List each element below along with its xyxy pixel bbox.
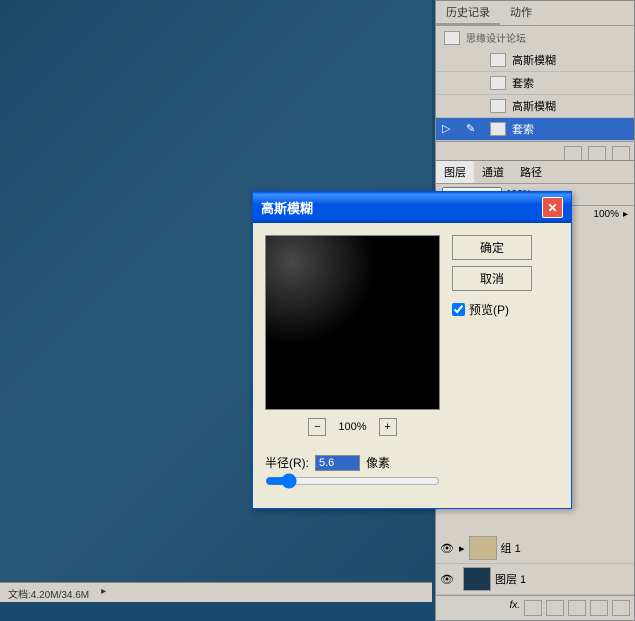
history-title: 思缘设计论坛 (466, 30, 526, 45)
layer-label: 组 1 (501, 540, 521, 556)
preview-checkbox[interactable] (452, 303, 465, 316)
history-item[interactable]: 高斯模糊 (436, 49, 634, 72)
opacity-value: 100% (593, 209, 619, 220)
ok-button[interactable]: 确定 (452, 235, 532, 260)
adjustment-btn[interactable] (546, 600, 564, 616)
tab-channels[interactable]: 通道 (474, 161, 512, 183)
history-item[interactable]: 套索 (436, 72, 634, 95)
mask-btn[interactable] (524, 600, 542, 616)
group-icon (469, 536, 497, 560)
dialog-titlebar[interactable]: 高斯模糊 ✕ (253, 192, 571, 223)
tab-history[interactable]: 历史记录 (436, 1, 500, 25)
zoom-out-btn[interactable]: − (308, 418, 326, 436)
history-label: 套索 (512, 75, 534, 91)
tab-paths[interactable]: 路径 (512, 161, 550, 183)
blur-icon (490, 99, 506, 113)
preview-label: 预览(P) (469, 301, 509, 318)
tab-layers[interactable]: 图层 (436, 161, 474, 183)
doc-icon (444, 31, 460, 45)
layer-row[interactable]: 👁 图层 1 (436, 564, 634, 595)
status-bar: 文档:4.20M/34.6M ▸ (0, 582, 432, 602)
history-panel: 历史记录 动作 思缘设计论坛 高斯模糊 套索 高斯模糊 ▷✎ 套索 (435, 0, 635, 167)
cancel-button[interactable]: 取消 (452, 266, 532, 291)
radius-label: 半径(R): (265, 454, 309, 471)
preview-checkbox-label[interactable]: 预览(P) (452, 301, 532, 318)
history-label: 高斯模糊 (512, 98, 556, 114)
eye-icon[interactable]: 👁 (439, 541, 455, 555)
eye-icon[interactable]: 👁 (439, 572, 455, 586)
layer-row[interactable]: 👁 ▸ 组 1 (436, 533, 634, 564)
radius-unit: 像素 (366, 454, 390, 471)
status-doc: 文档:4.20M/34.6M (8, 586, 89, 599)
close-icon[interactable]: ✕ (542, 197, 563, 218)
history-item[interactable]: ▷✎ 套索 (436, 118, 634, 141)
zoom-in-btn[interactable]: + (379, 418, 397, 436)
history-label: 高斯模糊 (512, 52, 556, 68)
gaussian-blur-dialog: 高斯模糊 ✕ − 100% + 确定 取消 预览(P) 半径(R): 像素 (252, 191, 572, 509)
lasso-icon (490, 122, 506, 136)
fx-label[interactable]: fx. (509, 600, 520, 616)
new-layer-btn[interactable] (590, 600, 608, 616)
zoom-level: 100% (338, 421, 366, 433)
blur-icon (490, 53, 506, 67)
layer-thumb (463, 567, 491, 591)
history-item[interactable]: 高斯模糊 (436, 95, 634, 118)
dialog-title: 高斯模糊 (261, 198, 313, 217)
brush-icon: ▷ (442, 122, 460, 136)
history-header: 思缘设计论坛 (436, 26, 634, 49)
history-label: 套索 (512, 121, 534, 137)
group-btn[interactable] (568, 600, 586, 616)
status-arrow[interactable]: ▸ (101, 586, 106, 599)
tab-actions[interactable]: 动作 (500, 1, 542, 25)
layer-label: 图层 1 (495, 571, 526, 587)
radius-input[interactable] (315, 455, 360, 471)
radius-slider[interactable] (265, 473, 440, 489)
preview-box[interactable] (265, 235, 440, 410)
lasso-icon (490, 76, 506, 90)
trash-icon[interactable] (612, 600, 630, 616)
